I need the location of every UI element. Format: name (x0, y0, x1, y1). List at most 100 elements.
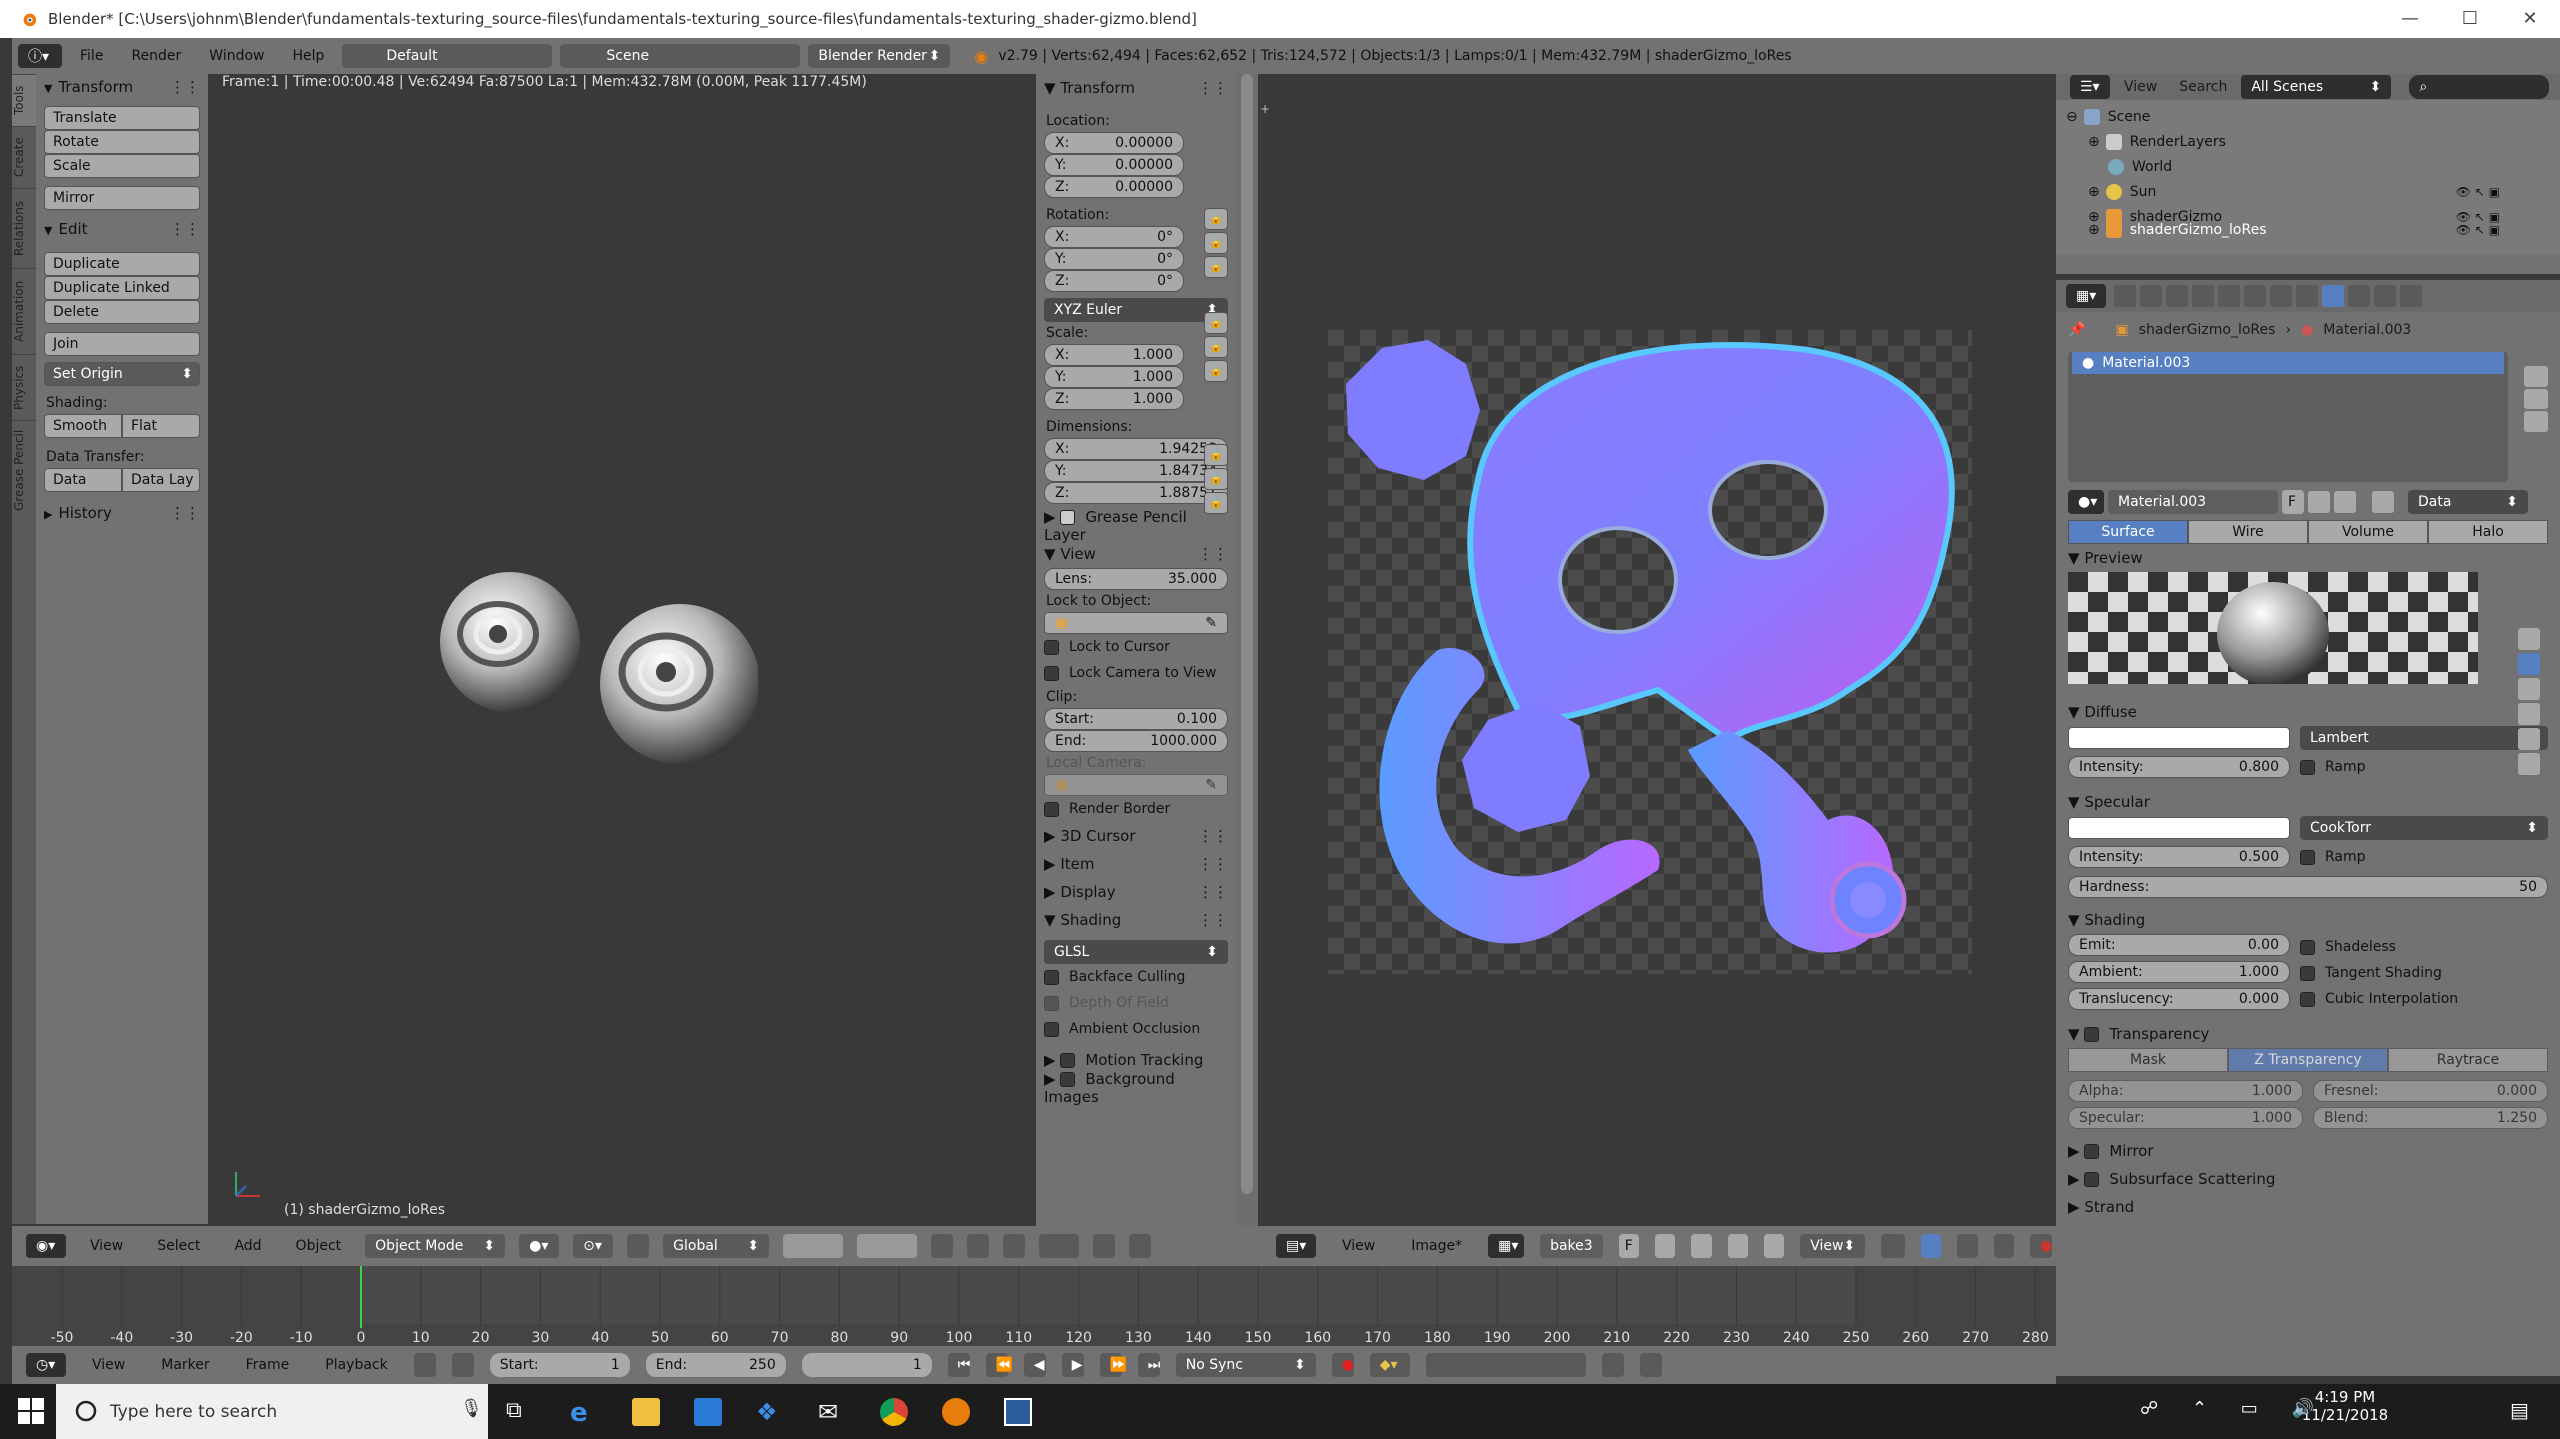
menu-view[interactable]: View (76, 1238, 137, 1254)
snap-element-dropdown[interactable] (1039, 1234, 1080, 1258)
mail-icon[interactable]: ✉ (818, 1398, 846, 1426)
transparency-section-header[interactable]: ▼ Transparency (2068, 1020, 2548, 1048)
specular-ramp-row[interactable]: Ramp (2300, 844, 2366, 870)
background-images-section[interactable]: ▶ Background Images (1044, 1070, 1228, 1106)
tab-z-transparency[interactable]: Z Transparency (2228, 1048, 2388, 1072)
lock-to-cursor-row[interactable]: Lock to Cursor (1044, 634, 1228, 660)
lens-field[interactable]: Lens: 35.000 (1044, 568, 1228, 590)
taskbar-search-box[interactable]: Type here to search 🎙 (56, 1384, 488, 1439)
end-frame-field[interactable]: End: 250 (645, 1353, 786, 1377)
material-slot-list[interactable]: ● Material.003 (2068, 352, 2508, 482)
edit-panel-header[interactable]: ▼ Edit ⋮⋮ (44, 216, 200, 242)
translucency-field[interactable]: Translucency: 0.000 (2068, 988, 2290, 1010)
layer-buttons[interactable] (783, 1234, 844, 1258)
preview-flat-icon[interactable] (2518, 628, 2540, 650)
panel-scrollbar[interactable] (1236, 74, 1258, 1226)
editor-type-button[interactable]: ◉▾ (26, 1234, 66, 1258)
timeline-ruler[interactable]: -50 -40 -30 -20 -10 0 10 20 30 40 50 60 70 80 90 100 110… (12, 1266, 2056, 1346)
tab-surface[interactable]: Surface (2068, 520, 2188, 544)
tab-wire[interactable]: Wire (2188, 520, 2308, 544)
lock-camera-row[interactable]: Lock Camera to View (1044, 660, 1228, 686)
lock-icon[interactable]: 🔓 (1204, 444, 1228, 466)
physics-tab-icon[interactable] (2400, 285, 2422, 307)
preview-section-header[interactable]: ▼ Preview (2068, 544, 2548, 572)
lock-icon[interactable]: 🔓 (1204, 336, 1228, 358)
pin-icon[interactable]: 📌 (2068, 322, 2085, 338)
tangent-shading-row[interactable]: Tangent Shading (2300, 960, 2548, 986)
render-layers-tab-icon[interactable] (2140, 285, 2162, 307)
outliner-row-world[interactable]: World (2066, 154, 2560, 179)
grease-pencil-section[interactable]: ▶ Grease Pencil Layer (1044, 508, 1228, 544)
display-channels-icon[interactable] (1920, 1234, 1942, 1258)
editor-type-button[interactable]: ▦▾ (2066, 284, 2106, 308)
menu-playback[interactable]: Playback (311, 1357, 401, 1373)
start-frame-field[interactable]: Start: 1 (489, 1353, 630, 1377)
editor-type-button[interactable]: ☰▾ (2070, 75, 2110, 99)
transform-panel-header[interactable]: ▼ Transform ⋮⋮ (44, 74, 200, 100)
jump-end-icon[interactable]: ⏭ (1137, 1353, 1160, 1377)
menu-window[interactable]: Window (195, 48, 278, 64)
delete-button[interactable]: Delete (44, 300, 200, 324)
microphone-icon[interactable]: 🎙 (460, 1398, 483, 1419)
display-mode-dropdown[interactable]: All Scenes ⬍ (2241, 75, 2392, 99)
menu-object[interactable]: Object (282, 1238, 356, 1254)
preview-cube-icon[interactable] (2518, 678, 2540, 700)
fake-user-button[interactable]: F (1618, 1234, 1639, 1258)
pivot-dropdown[interactable] (1881, 1234, 1905, 1258)
ambient-occlusion-checkbox[interactable] (1044, 1021, 1059, 1037)
3d-cursor-section[interactable]: ▶ 3D Cursor ⋮⋮ (1044, 822, 1228, 850)
keying-set-icon[interactable]: ◆▾ (1369, 1353, 1410, 1377)
current-frame-field[interactable]: 1 (801, 1353, 932, 1377)
tab-halo[interactable]: Halo (2428, 520, 2548, 544)
render-border-checkbox[interactable] (1044, 801, 1059, 817)
menu-frame[interactable]: Frame (232, 1357, 304, 1373)
render-border-row[interactable]: Render Border (1044, 796, 1228, 822)
outliner-search-field[interactable]: ⌕ (2409, 75, 2550, 99)
preview-sphere-icon[interactable] (2518, 653, 2540, 675)
rotation-y-field[interactable]: Y: 0° (1044, 248, 1184, 270)
proportional-edit-icon[interactable] (967, 1234, 990, 1258)
flat-button[interactable]: Flat (122, 414, 200, 438)
rotation-x-field[interactable]: X: 0° (1044, 226, 1184, 248)
transform-section-header[interactable]: ▼ Transform ⋮⋮ (1044, 74, 1228, 102)
diffuse-ramp-checkbox[interactable] (2300, 759, 2315, 775)
motion-tracking-checkbox[interactable] (1060, 1053, 1076, 1068)
unlink-material-icon[interactable] (2334, 491, 2356, 513)
specular-intensity-field[interactable]: Intensity: 0.500 (2068, 846, 2290, 868)
lock-icon[interactable]: 🔓 (1204, 468, 1228, 490)
ambient-occlusion-row[interactable]: Ambient Occlusion (1044, 1016, 1228, 1042)
shading-section-header[interactable]: ▼ Shading (2068, 906, 2548, 934)
location-y-field[interactable]: Y: 0.00000 (1044, 154, 1184, 176)
layout-selector[interactable]: Default (342, 44, 553, 68)
outliner-row-renderlayers[interactable]: ⊕ RenderLayers (2066, 129, 2560, 154)
slot-menu-icon[interactable] (2524, 411, 2548, 433)
layer-buttons[interactable] (857, 1234, 918, 1258)
lock-icon[interactable]: 🔓 (1204, 256, 1228, 278)
lock-icon[interactable]: 🔓 (1204, 208, 1228, 230)
keying-set-field[interactable] (1425, 1353, 1586, 1377)
dropbox-icon[interactable]: ❖ (756, 1398, 784, 1426)
view-section-header[interactable]: ▼ View ⋮⋮ (1044, 540, 1228, 568)
edge-browser-icon[interactable]: e (570, 1398, 598, 1428)
scrollbar-thumb[interactable] (1241, 74, 1253, 1194)
data-tab-icon[interactable] (2296, 285, 2318, 307)
lock-object-field[interactable]: ▣ ✎ (1044, 612, 1228, 634)
windows-start-icon[interactable] (18, 1398, 44, 1424)
join-button[interactable]: Join (44, 332, 200, 356)
open-image-icon[interactable] (1691, 1234, 1712, 1258)
diffuse-section-header[interactable]: ▼ Diffuse (2068, 698, 2548, 726)
preview-hair-icon[interactable] (2518, 728, 2540, 750)
dimension-z-field[interactable]: Z: 1.88751 (1044, 482, 1228, 504)
diffuse-ramp-row[interactable]: Ramp (2300, 754, 2366, 780)
outliner-row-sun[interactable]: ⊕ Sun 👁 ↖ ▣ (2066, 179, 2560, 204)
render-engine-selector[interactable]: Blender Render ⬍ (808, 44, 951, 68)
maximize-button[interactable]: ☐ (2440, 0, 2500, 38)
jump-start-icon[interactable]: ⏮ (947, 1353, 970, 1377)
hardness-field[interactable]: Hardness: 50 (2068, 876, 2548, 898)
image-name-field[interactable]: bake 3 (1540, 1234, 1603, 1258)
outliner-row-scene[interactable]: ⊖ Scene (2066, 104, 2560, 129)
transparency-checkbox[interactable] (2084, 1027, 2100, 1042)
editor-type-button[interactable]: ▤▾ (1276, 1234, 1316, 1258)
render-animation-icon[interactable] (1129, 1234, 1152, 1258)
image-browse-button[interactable]: ▦▾ (1488, 1234, 1525, 1258)
